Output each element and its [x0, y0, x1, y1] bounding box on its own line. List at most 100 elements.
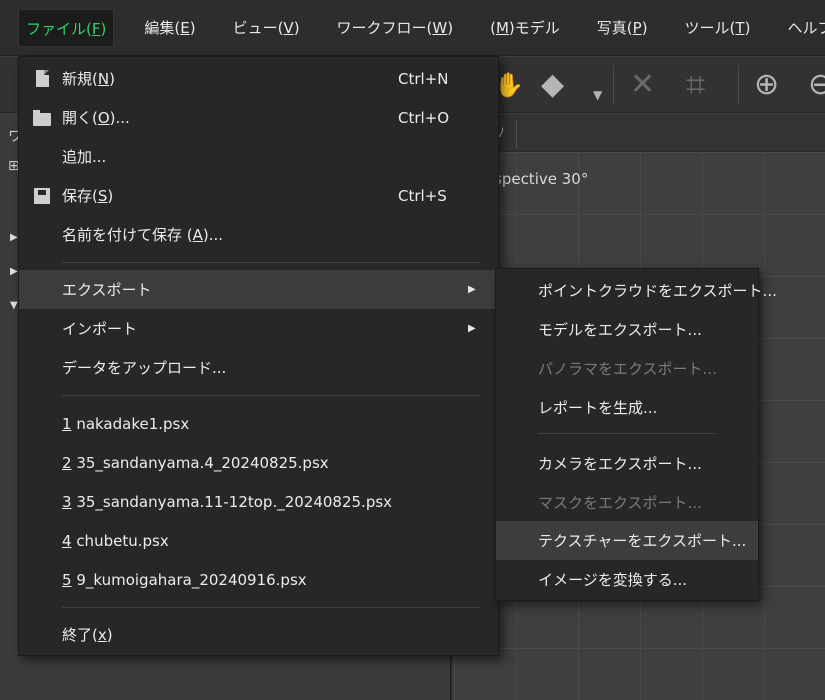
submenu-arrow-icon: ▶: [468, 284, 476, 295]
recent-file-1[interactable]: 1 nakadake1.psx: [19, 404, 498, 443]
new-label: 新規(: [62, 70, 98, 88]
export-label: エクスポート: [62, 281, 152, 299]
export-model-label: モデルをエクスポート...: [538, 321, 702, 339]
new-document-icon: [32, 69, 52, 89]
menu-model-accel: M: [495, 18, 509, 37]
menu-edit[interactable]: 編集(E): [137, 9, 202, 47]
save-icon: [32, 186, 52, 206]
menu-edit-suffix: ): [189, 18, 196, 37]
menu-photos-accel: P: [632, 18, 642, 37]
menu-tools-label: ツール(: [684, 18, 736, 37]
export-cameras-item[interactable]: カメラをエクスポート...: [496, 444, 758, 483]
menu-file[interactable]: ファイル(F): [18, 8, 115, 47]
export-point-cloud-item[interactable]: ポイントクラウドをエクスポート...: [496, 271, 777, 310]
convert-images-label: イメージを変換する...: [538, 571, 688, 589]
export-panorama-item: パノラマをエクスポート...: [496, 349, 758, 388]
menu-photos-label: 写真(: [596, 18, 633, 37]
export-texture-item[interactable]: テクスチャーをエクスポート...: [496, 521, 758, 560]
menu-help[interactable]: ヘルプ(H): [780, 9, 825, 47]
new-accel: N: [97, 70, 110, 88]
submenu-arrow-icon: ▶: [468, 323, 476, 334]
import-label: インポート: [62, 320, 138, 338]
toolbar-divider: [738, 65, 739, 105]
open-accel: O: [97, 109, 110, 127]
exit-accel: x: [97, 626, 107, 644]
file-menu: 新規(N) Ctrl+N 開く(O)... Ctrl+O 追加... 保存(S)…: [18, 56, 499, 656]
menu-tools-accel: T: [735, 18, 745, 37]
recent-file-4[interactable]: 4 chubetu.psx: [19, 521, 498, 560]
menu-view[interactable]: ビュー(V): [226, 9, 307, 47]
menu-tools[interactable]: ツール(T): [678, 9, 758, 47]
generate-report-label: レポートを生成...: [538, 399, 658, 417]
menu-view-label: ビュー(: [232, 18, 284, 37]
recent-file-number: 3: [62, 492, 72, 511]
crop-icon[interactable]: ⌗: [686, 67, 705, 103]
recent-file-name: 9_kumoigahara_20240916.psx: [71, 570, 307, 589]
export-masks-item: マスクをエクスポート...: [496, 483, 758, 522]
menu-item-exit[interactable]: 終了(x): [19, 615, 498, 654]
export-panorama-label: パノラマをエクスポート...: [538, 360, 717, 378]
menu-file-label: ファイル(: [26, 19, 92, 38]
tree-expand-icon[interactable]: ▶: [10, 232, 18, 243]
save-label: 保存(: [62, 187, 98, 205]
delete-selection-icon[interactable]: ✕: [630, 67, 655, 103]
save-shortcut: Ctrl+S: [398, 186, 447, 205]
menu-workflow-accel: W: [432, 18, 448, 37]
menu-file-suffix: ): [100, 19, 107, 38]
save-accel: S: [97, 187, 108, 205]
generate-report-item[interactable]: レポートを生成...: [496, 388, 758, 427]
exit-suffix: ): [106, 626, 113, 644]
menu-separator: [538, 433, 716, 434]
menu-item-append[interactable]: 追加...: [19, 137, 498, 176]
export-model-item[interactable]: モデルをエクスポート...: [496, 310, 758, 349]
perspective-label: spective 30°: [494, 170, 589, 188]
new-shortcut: Ctrl+N: [398, 69, 449, 88]
tab-divider: [516, 120, 517, 148]
menu-help-label: ヘルプ(: [787, 18, 825, 37]
menu-photos[interactable]: 写真(P): [590, 9, 655, 47]
menu-item-import[interactable]: インポート ▶: [19, 309, 498, 348]
menu-model[interactable]: (M)モデル: [483, 9, 567, 47]
recent-file-name: 35_sandanyama.4_20240825.psx: [71, 453, 329, 472]
menu-item-save[interactable]: 保存(S) Ctrl+S: [19, 176, 498, 215]
menu-view-accel: V: [283, 18, 294, 37]
tree-expand-icon[interactable]: ▶: [10, 266, 18, 277]
tree-collapse-icon[interactable]: ▼: [10, 300, 18, 311]
export-point-cloud-label: ポイントクラウドをエクスポート...: [538, 282, 777, 300]
recent-file-name: nakadake1.psx: [71, 414, 190, 433]
recent-file-2[interactable]: 2 35_sandanyama.4_20240825.psx: [19, 443, 498, 482]
save-as-suffix: )...: [202, 226, 224, 244]
open-label: 開く(: [62, 109, 98, 127]
convert-images-item[interactable]: イメージを変換する...: [496, 560, 758, 599]
upload-label: データをアップロード...: [62, 359, 227, 377]
open-suffix: )...: [109, 109, 130, 127]
recent-file-number: 5: [62, 570, 72, 589]
save-as-accel: A: [192, 226, 203, 244]
menu-item-save-as[interactable]: 名前を付けて保存 (A)...: [19, 215, 498, 254]
menu-workflow[interactable]: ワークフロー(W): [330, 9, 461, 47]
menu-photos-suffix: ): [641, 18, 648, 37]
exit-label: 終了(: [62, 626, 98, 644]
toolbar-divider: [613, 65, 614, 105]
chevron-down-icon[interactable]: ▼: [593, 77, 602, 113]
new-suffix: ): [109, 70, 115, 88]
recent-file-number: 4: [62, 531, 72, 550]
recent-file-number: 2: [62, 453, 72, 472]
recent-file-3[interactable]: 3 35_sandanyama.11-12top._20240825.psx: [19, 482, 498, 521]
menu-separator: [62, 607, 479, 608]
navigation-mode-icon[interactable]: ◆: [541, 67, 564, 103]
recent-file-5[interactable]: 5 9_kumoigahara_20240916.psx: [19, 560, 498, 599]
zoom-in-icon[interactable]: ⊕: [754, 67, 779, 103]
menu-item-export[interactable]: エクスポート ▶: [19, 270, 495, 309]
recent-file-name: 35_sandanyama.11-12top._20240825.psx: [71, 492, 393, 511]
menu-item-upload[interactable]: データをアップロード...: [19, 348, 498, 387]
zoom-out-icon[interactable]: ⊖: [808, 67, 825, 103]
menu-item-open[interactable]: 開く(O)... Ctrl+O: [19, 98, 498, 137]
menu-file-accel: F: [91, 19, 101, 38]
menu-separator: [62, 395, 479, 396]
menu-item-new[interactable]: 新規(N) Ctrl+N: [19, 59, 498, 98]
export-texture-label: テクスチャーをエクスポート...: [538, 532, 747, 550]
menu-separator: [62, 262, 479, 263]
export-submenu: ポイントクラウドをエクスポート... モデルをエクスポート... パノラマをエク…: [495, 268, 777, 601]
save-suffix: ): [107, 187, 114, 205]
